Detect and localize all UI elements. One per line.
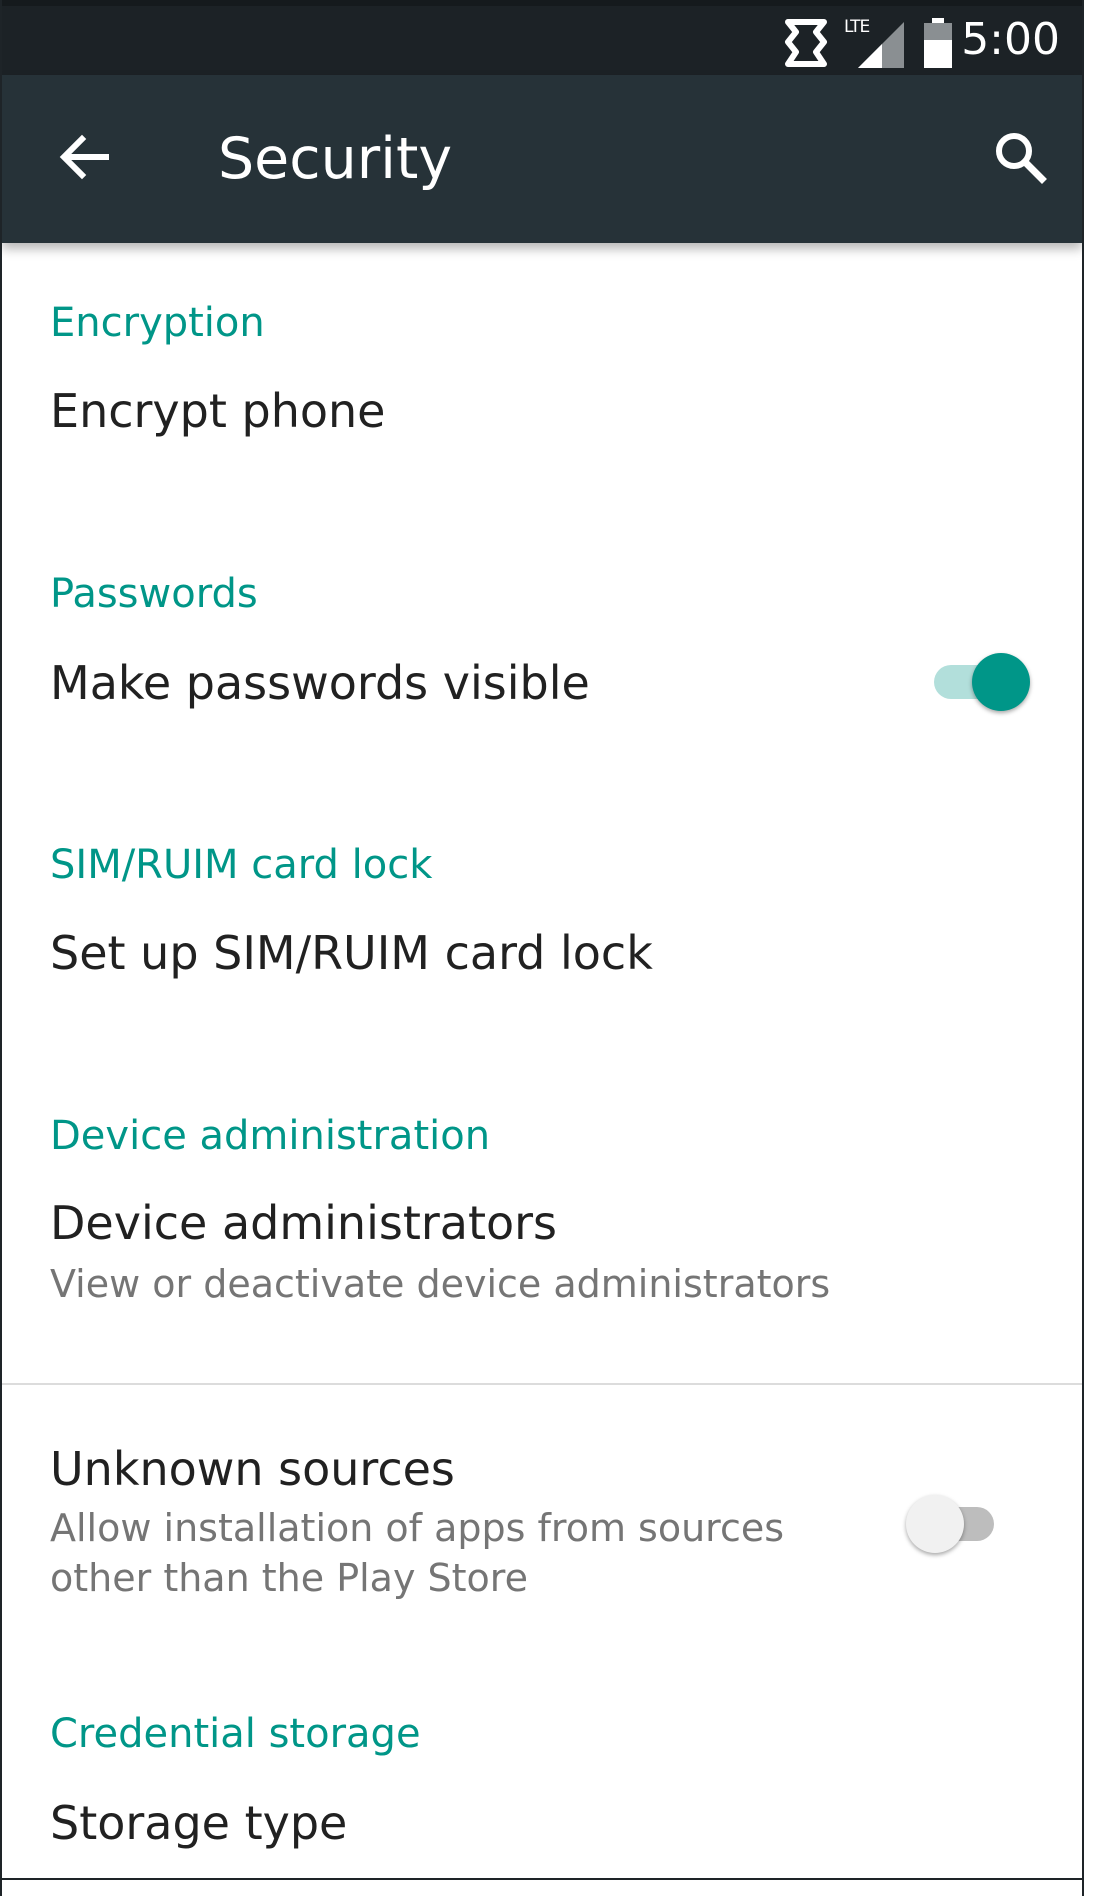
pref-summary-line-2: other than the Play Store	[50, 1556, 528, 1600]
settings-screen: LTE 5:00 Security Encryption Encrypt pho…	[0, 0, 1084, 1896]
sync-icon	[782, 18, 830, 72]
status-time: 5:00	[961, 14, 1060, 65]
pref-encrypt-phone[interactable]: Encrypt phone	[2, 363, 1082, 513]
bottom-edge-line	[2, 1878, 1082, 1880]
pref-unknown-sources[interactable]: Unknown sources Allow installation of ap…	[2, 1385, 1082, 1635]
passwords-visible-switch[interactable]	[918, 647, 1030, 711]
pref-title: Make passwords visible	[50, 656, 590, 710]
battery-icon	[922, 18, 954, 72]
pref-title: Set up SIM/RUIM card lock	[50, 926, 653, 980]
category-credential-storage: Credential storage	[50, 1711, 421, 1757]
lte-signal-icon	[852, 18, 908, 72]
pref-summary: View or deactivate device administrators	[50, 1262, 831, 1306]
pref-device-administrators[interactable]: Device administrators View or deactivate…	[2, 1175, 1082, 1325]
pref-title: Unknown sources	[50, 1442, 455, 1496]
unknown-sources-switch[interactable]	[902, 1489, 1006, 1553]
category-encryption: Encryption	[50, 300, 265, 346]
pref-title: Encrypt phone	[50, 384, 386, 438]
category-device-administration: Device administration	[50, 1113, 491, 1159]
switch-thumb	[972, 653, 1030, 711]
category-passwords: Passwords	[50, 571, 258, 617]
app-bar: Security	[2, 75, 1082, 243]
pref-summary-line-1: Allow installation of apps from sources	[50, 1506, 785, 1550]
arrow-back-icon	[56, 129, 112, 189]
switch-thumb	[906, 1495, 964, 1553]
search-icon	[990, 127, 1050, 191]
pref-set-up-sim-lock[interactable]: Set up SIM/RUIM card lock	[2, 905, 1082, 1055]
pref-title: Device administrators	[50, 1196, 558, 1250]
back-button[interactable]	[44, 119, 124, 199]
pref-make-passwords-visible[interactable]: Make passwords visible	[2, 633, 1082, 783]
search-button[interactable]	[980, 119, 1060, 199]
pref-title: Storage type	[50, 1796, 348, 1850]
page-title: Security	[218, 126, 453, 192]
category-sim-card-lock: SIM/RUIM card lock	[50, 842, 433, 888]
status-bar: LTE 5:00	[2, 0, 1082, 75]
